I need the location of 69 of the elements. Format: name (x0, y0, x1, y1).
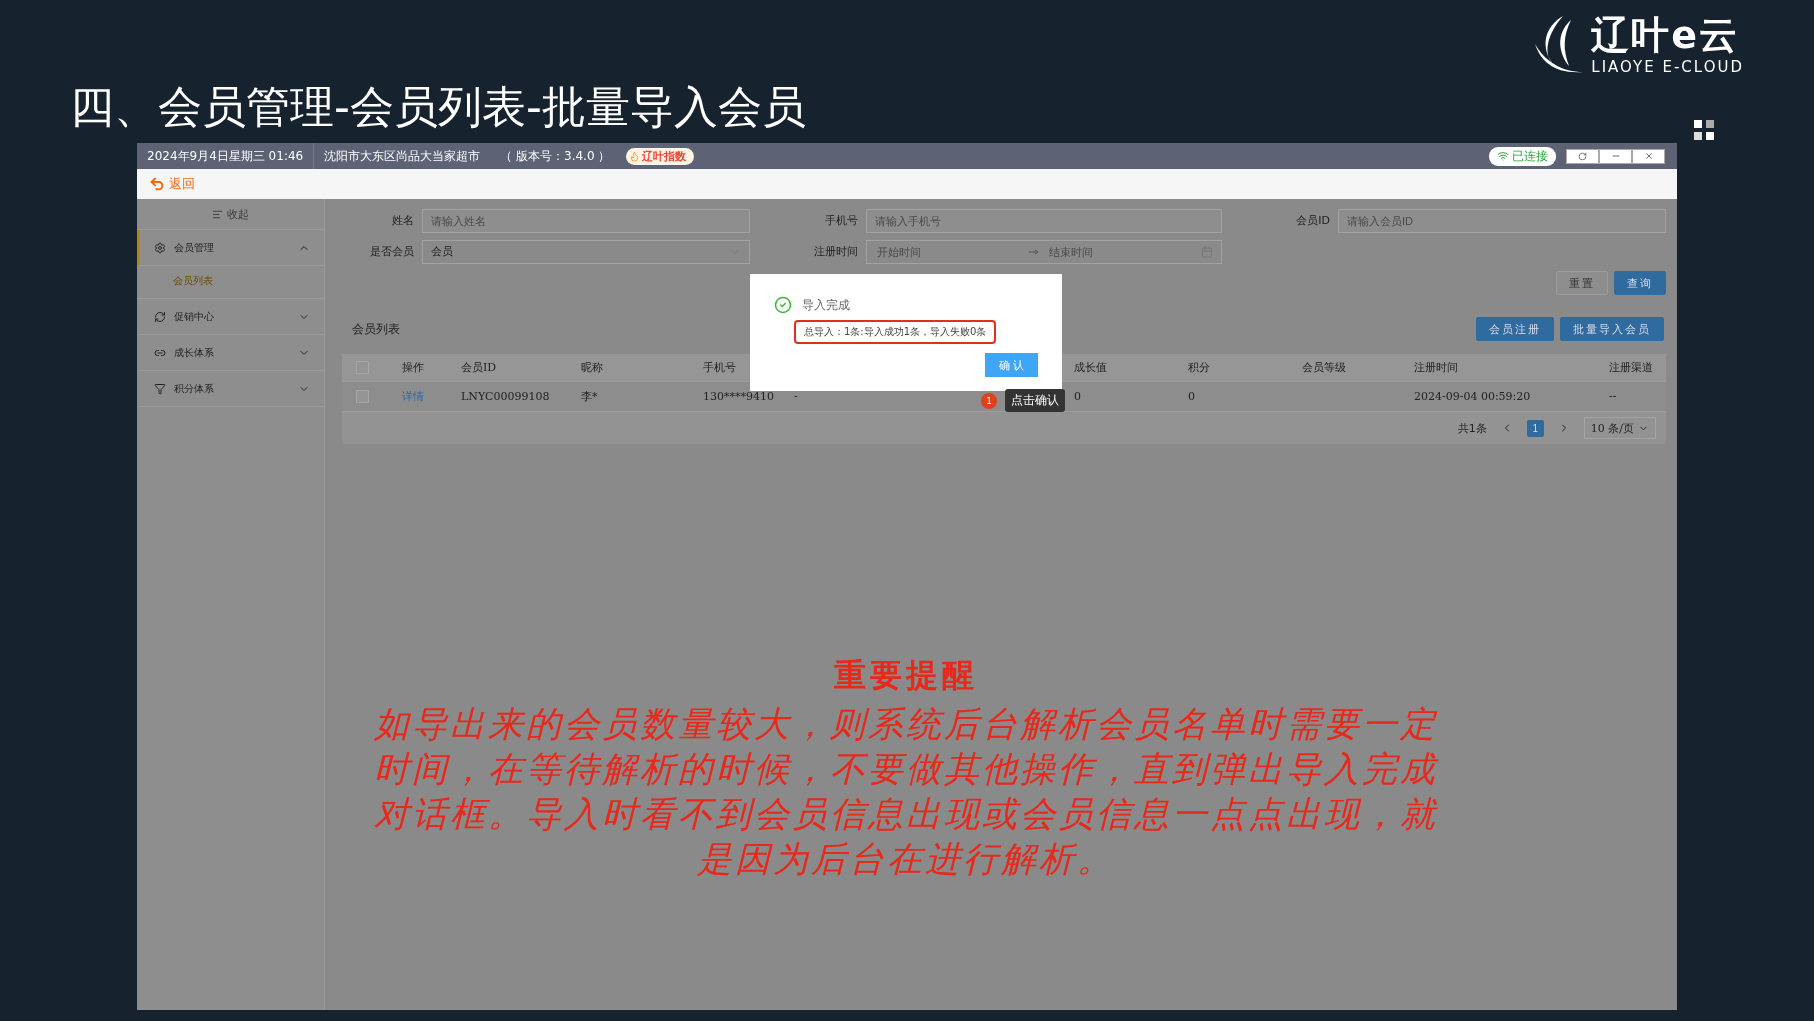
table-cell-text: LNYC00099108 (460, 390, 551, 403)
version-label: （ 版本号：3.4.0 ） (499, 148, 612, 165)
store-name: 沈阳市大东区尚品大当家超市 (323, 148, 482, 165)
grid-icon (1694, 120, 1714, 140)
sidebar-subitem[interactable]: 会员列表 (137, 266, 324, 299)
dialog-message: 总导入：1条:导入成功1条，导入失败0条 (794, 320, 997, 344)
field-label: 姓名 (391, 213, 414, 228)
index-badge[interactable]: 辽叶指数 (626, 147, 695, 165)
column-header: 手机号 (702, 360, 737, 375)
logo-name: 辽叶e云 (1591, 16, 1741, 54)
slide-title: 四、会员管理-会员列表-批量导入会员 (70, 80, 806, 134)
menu-icon (212, 208, 223, 220)
table-cell-text: -- (1608, 390, 1618, 403)
confirm-button[interactable]: 确 认 (984, 353, 1038, 377)
column-header: 成长值 (1073, 360, 1108, 375)
dialog-title: 导入完成 (802, 296, 850, 314)
text-field[interactable]: 请输入会员ID (1338, 208, 1666, 233)
total-count: 共1条 (1457, 420, 1487, 436)
field-label: 是否会员 (369, 244, 414, 259)
logo-tagline: LIAOYE E-CLOUD (1591, 58, 1744, 76)
reset-button[interactable]: 重置 (1556, 271, 1608, 295)
refresh-icon (1578, 151, 1587, 161)
column-header: 操作 (401, 360, 425, 375)
connection-status: 已连接 (1489, 146, 1556, 166)
action-button[interactable]: 会员注册 (1476, 317, 1554, 341)
checkbox[interactable] (356, 390, 369, 403)
column-header: 会员等级 (1301, 360, 1347, 375)
field-label: 注册时间 (813, 244, 858, 259)
flame-icon (629, 150, 641, 162)
notice-title: 重要提醒 (833, 655, 979, 696)
action-button[interactable]: 批量导入会员 (1560, 317, 1664, 341)
select-field[interactable]: 会员 (422, 239, 750, 264)
table-cell-text: 李* (580, 389, 599, 404)
text-field[interactable]: 请输入姓名 (422, 208, 750, 233)
notice-text: 如导出来的会员数量较大，则系统后台解析会员名单时需要一定时间，在等待解析的时候，不要做其他操作，直到弹出导入完成对话框。导入时看不到会员信息出现或会员信息一点点出现，就是因为后台在进行解析。 (373, 703, 1440, 881)
sidebar-item[interactable]: 会员管理 (137, 230, 324, 266)
collapse-button[interactable]: 收起 (137, 199, 324, 230)
table-cell-text: 0 (1187, 390, 1196, 403)
column-header: 会员ID (460, 360, 498, 375)
column-header: 注册时间 (1413, 360, 1459, 375)
close-icon (1643, 151, 1654, 161)
field-label: 手机号 (824, 213, 858, 228)
wifi-icon (1497, 150, 1509, 162)
success-icon (774, 296, 792, 314)
table-cell-text: 130****9410 (702, 390, 775, 403)
table-cell-text: 0 (1073, 390, 1082, 403)
column-header: 昵称 (580, 360, 604, 375)
page-button[interactable]: 1 (1526, 419, 1544, 437)
sidebar-item[interactable]: 积分体系 (137, 371, 324, 407)
table-cell-text: - (793, 390, 799, 403)
gear-icon (154, 241, 166, 254)
close-button[interactable] (1632, 148, 1665, 164)
back-arrow-icon (149, 176, 165, 192)
refresh-icon (154, 310, 166, 323)
sidebar-item[interactable]: 成长体系 (137, 335, 324, 371)
search-button[interactable]: 查询 (1614, 271, 1666, 295)
section-title: 会员列表 (352, 320, 400, 338)
filter-icon (154, 382, 166, 395)
column-header: 注册渠道 (1608, 360, 1654, 375)
page-size-select[interactable]: 10 条/页 (1583, 417, 1656, 439)
table-cell-text: 2024-09-04 00:59:20 (1413, 390, 1532, 403)
tooltip: 点击确认 (1005, 389, 1065, 412)
minimize-button[interactable] (1599, 148, 1632, 164)
sidebar-item[interactable]: 促销中心 (137, 299, 324, 335)
arrow-icon (1029, 248, 1039, 255)
back-link[interactable]: 返回 (149, 175, 195, 193)
refresh-button[interactable] (1566, 148, 1599, 164)
field-label: 会员ID (1295, 213, 1330, 228)
column-header: 积分 (1187, 360, 1211, 375)
